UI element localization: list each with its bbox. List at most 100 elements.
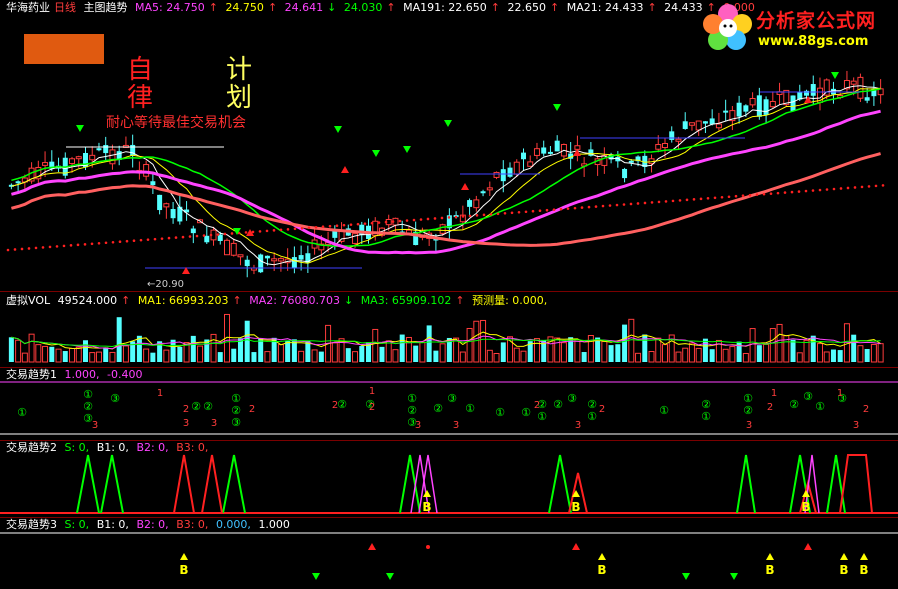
candle-body [271,258,278,262]
volume-bar [560,342,567,363]
up-arrow-icon [341,166,349,173]
ma191-dot [111,240,115,244]
volume-bar [103,347,109,362]
trend2-b2: B2: 0, [136,441,169,454]
trend1-v2: -0.400 [107,368,143,381]
up-arrow-icon [572,543,580,550]
trend1-count: 2 [183,404,189,415]
trend2-s-peak [548,454,572,514]
stock-name[interactable]: 华海药业 [6,1,50,14]
volume-bar [439,343,446,363]
ma191-dot [391,220,395,223]
ma191-dot [622,203,626,206]
trend3-header: 交易趋势3 S: 0, B1: 0, B2: 0, B3: 0, 0.000, … [6,518,294,532]
ma191-dot [76,243,80,247]
volume-bar [55,348,62,363]
ma191-dot [349,223,353,226]
down-arrow-icon: ↓ [327,1,337,14]
candle-body [42,162,49,166]
up-arrow-icon: ↑ [267,1,278,14]
candle-body [763,99,769,115]
trend2-pane[interactable]: B B B 交易趋势2 S: 0, B1: 0, B2: 0, B3: 0, [0,441,898,517]
volume-bar [769,328,776,363]
ma191-dot [615,203,619,207]
ma191-dot [657,200,661,204]
trend2-b1: B1: 0, [96,441,129,454]
ma191-dot [13,248,17,251]
candle-body [277,258,284,262]
trend3-pane[interactable]: BBBBB 交易趋势3 S: 0, B1: 0, B2: 0, B3: 0, 0… [0,518,898,589]
ma191-dot [265,229,269,233]
buy-signal-label: B [859,563,868,577]
ma191-dot [818,188,822,192]
down-arrow-icon [553,104,561,111]
trend1-count: 3 [853,420,859,431]
trend2-header: 交易趋势2 S: 0, B1: 0, B2: 0, B3: 0, [6,441,212,455]
up-arrow-icon: ↑ [550,1,560,14]
ma191-dot [167,236,171,240]
trend1-count: 2 [534,400,540,411]
trend1-count: 3 [211,418,217,429]
period-label[interactable]: 日线 [54,1,76,14]
vol-value: 49524.000 [57,294,118,307]
volume-bar [69,347,76,363]
ma191-dot [839,187,843,190]
volume-bar [331,342,338,363]
vol-title: 虚拟VOL [6,294,51,307]
slogan-text: 耐心等待最佳交易机会 [106,115,246,131]
candle-body [695,120,702,131]
ma191-dot [664,200,668,203]
ma191-dot [538,209,542,213]
volume-bar [190,335,196,362]
trend2-b3-peak [201,454,223,514]
volume-bar [595,337,601,362]
ma21-value: MA21: 24.433 [566,1,644,14]
trend1-header: 交易趋势1 1.000, -0.400 [6,368,146,382]
trend3-b1: B1: 0, [96,518,129,531]
ma191-dot [258,230,262,233]
trend1-pane[interactable]: ①①②③③②②①②③②②①②③②③①①①②①②③②①①②①①②②③①③12332… [0,368,898,440]
ma191-dot [384,220,388,224]
trend2-s-peak [399,454,421,514]
candle-body [547,151,553,154]
candle-body [622,168,628,179]
volume-bar [210,333,217,363]
ma191-dot [475,214,479,217]
ma191-dot [48,245,52,249]
ma191-dot [510,211,514,215]
volume-bar [419,341,426,363]
logo-url[interactable]: www.88gs.com [758,34,868,49]
ma191-dot [335,224,339,227]
ma191-dot [314,225,318,229]
volume-bar [520,350,527,363]
ma191-dot [398,219,402,223]
ma191-dot [6,248,10,252]
ma191-dot [342,223,346,227]
ma30-line [11,109,881,255]
volume-bar [655,337,662,363]
volume-bar [473,320,480,363]
ma191-dot [356,222,360,226]
candle-body [702,121,708,124]
trend1-count: 3 [183,418,189,429]
trend1-mark: ① [537,410,547,423]
trend1-count: 3 [575,420,581,431]
volume-bar [251,352,257,362]
ma191-dot [734,194,738,198]
ma191-dot [209,233,213,237]
ma191-dot [881,184,885,187]
candle-body [170,209,176,219]
up-arrow-icon [461,183,469,190]
low-price-label: ←20.90 [147,279,185,290]
ma191-dot [41,246,45,249]
price-pane[interactable]: 华海药业 日线 主图趋势 MA5: 24.750 ↑ 24.750 ↑ 24.641 ↓… [0,0,898,290]
candle-body [467,200,473,207]
candle-body [864,97,870,101]
volume-pane[interactable]: 虚拟VOL 49524.000 ↑ MA1: 66993.203 ↑ MA2: 76… [0,292,898,366]
vol-ma1: MA1: 66993.203 [137,294,229,307]
ma191-dot [727,195,731,199]
trend2-b3: B3: 0, [176,441,209,454]
up-arrow-icon [368,543,376,550]
volume-bar [379,346,385,362]
trend1-mark: ① [521,406,531,419]
